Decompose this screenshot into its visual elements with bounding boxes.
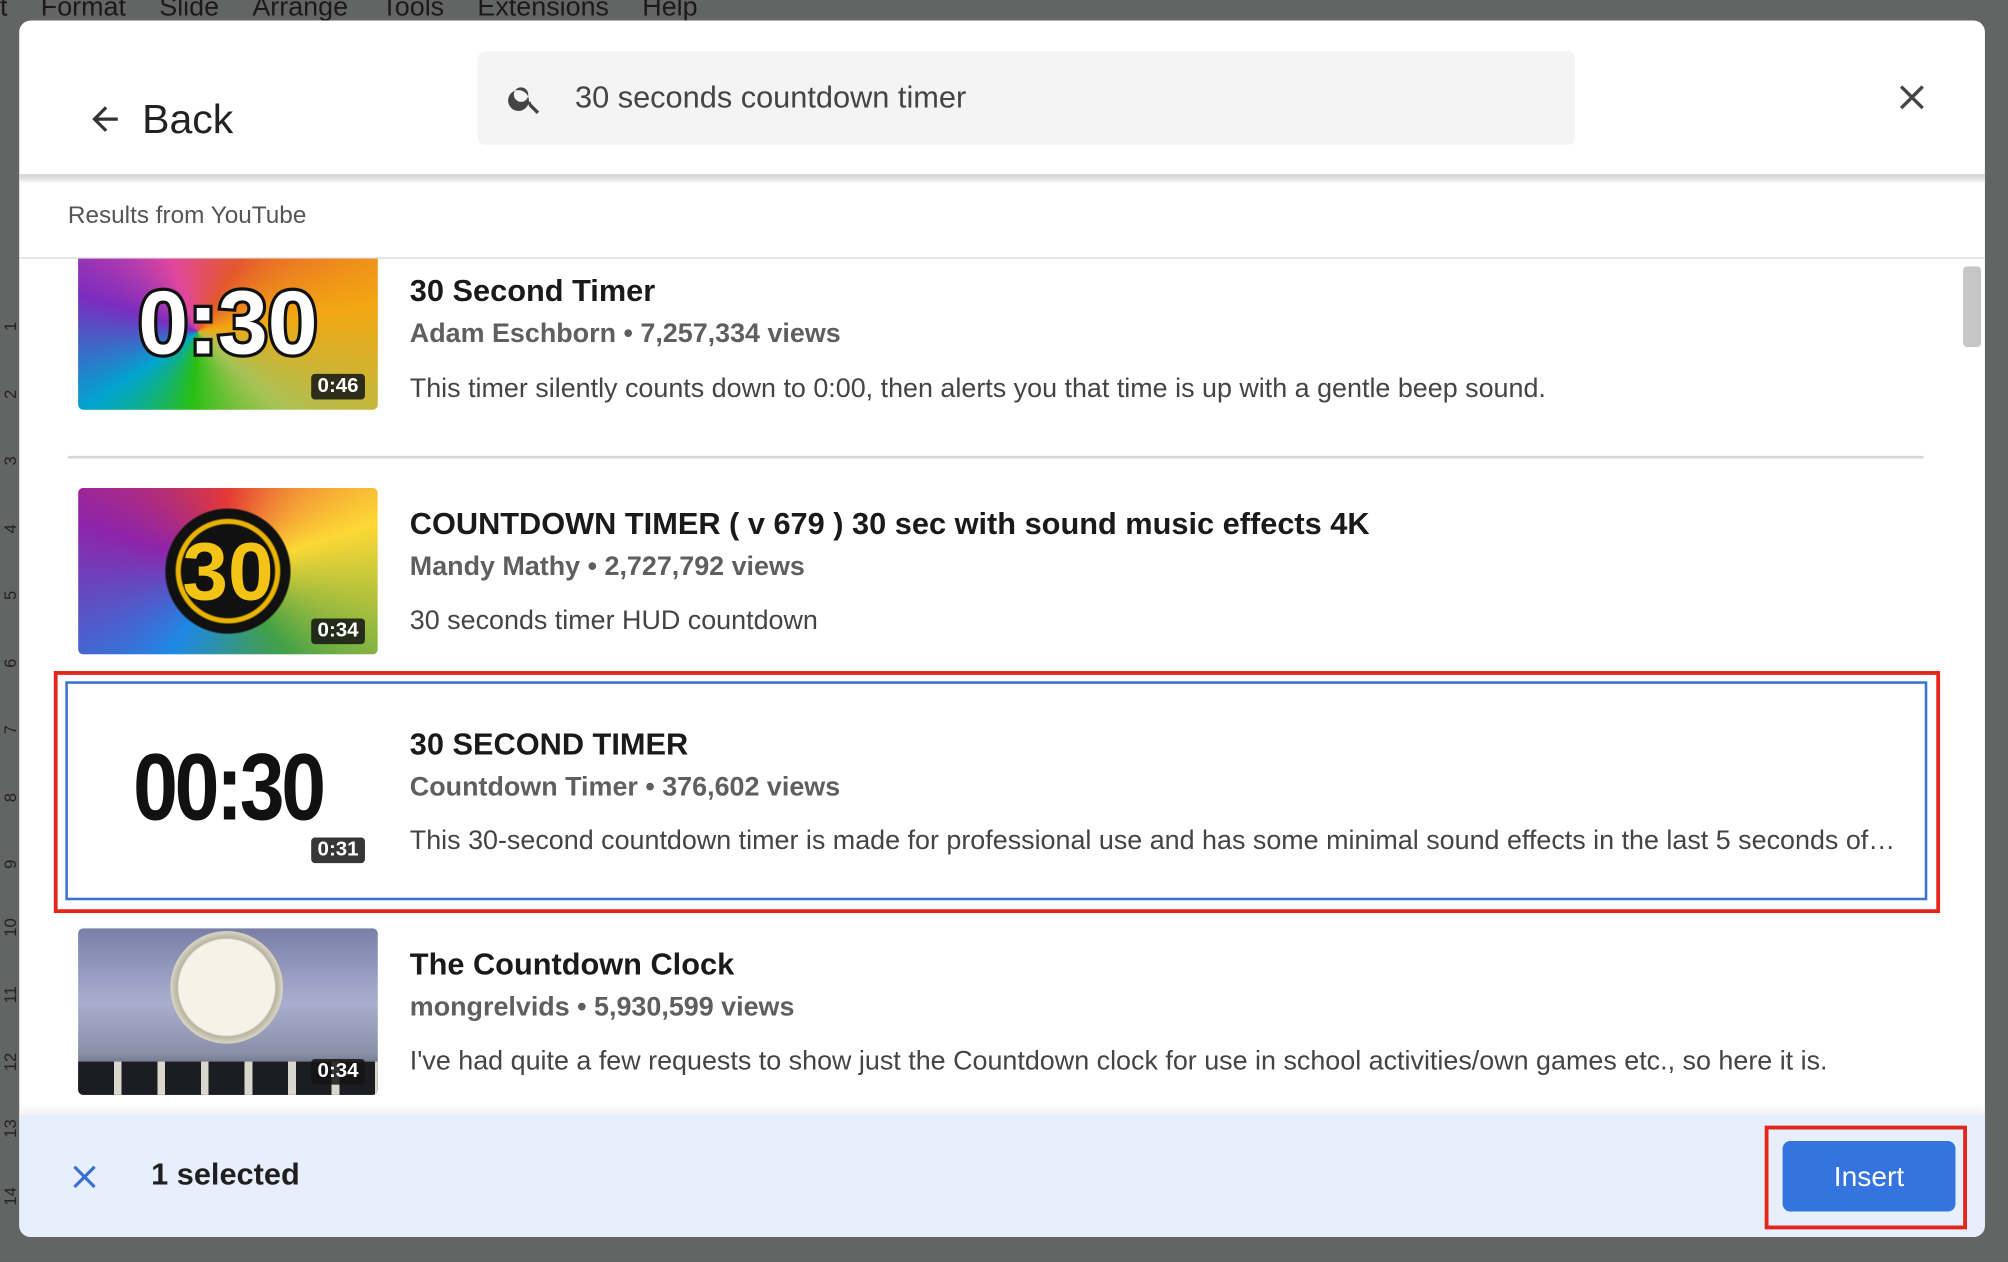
menu-slide[interactable]: Slide <box>159 0 219 22</box>
result-item[interactable]: 0:30 0:46 30 Second Timer Adam Eschborn … <box>68 258 1924 425</box>
ruler-number: 11 <box>0 986 20 1004</box>
result-channel: Countdown Timer • 376,602 views <box>409 772 841 802</box>
selection-footer: 1 selected Insert <box>19 1114 1985 1238</box>
menu-item: t <box>0 0 8 22</box>
ruler-number: 7 <box>0 725 20 735</box>
result-channel: Mandy Mathy • 2,727,792 views <box>409 551 805 582</box>
result-channel: Adam Eschborn • 7,257,334 views <box>409 318 841 349</box>
result-title: 30 Second Timer <box>409 274 656 309</box>
ruler-number: 13 <box>0 1119 20 1138</box>
search-icon <box>508 86 540 114</box>
menu-format[interactable]: Format <box>41 0 126 22</box>
result-channel: mongrelvids • 5,930,599 views <box>409 992 795 1022</box>
thumbnail-text: 00:30 <box>133 733 326 841</box>
search-query: 30 seconds countdown timer <box>574 80 967 115</box>
menu-extensions[interactable]: Extensions <box>477 0 609 22</box>
results-source-label: Results from YouTube <box>67 202 307 230</box>
ruler-number: 6 <box>0 657 20 668</box>
duration-badge: 0:34 <box>311 618 365 645</box>
close-icon[interactable] <box>1891 77 1932 118</box>
separator <box>67 455 1924 459</box>
ruler-number: 9 <box>0 859 20 869</box>
result-title: COUNTDOWN TIMER ( v 679 ) 30 sec with so… <box>409 507 1370 542</box>
result-description: This 30-second countdown timer is made f… <box>409 825 1902 856</box>
menu-help[interactable]: Help <box>642 0 697 22</box>
ruler-number: 5 <box>0 590 20 600</box>
scrollbar-thumb[interactable] <box>1963 266 1982 348</box>
selected-count: 1 selected <box>151 1157 300 1193</box>
ruler-number: 2 <box>0 389 20 399</box>
video-thumbnail: 30 0:34 <box>78 487 378 655</box>
video-thumbnail: 0:30 0:46 <box>78 258 378 410</box>
result-description: I've had quite a few requests to show ju… <box>409 1046 1828 1076</box>
result-description: This timer silently counts down to 0:00,… <box>409 373 1546 404</box>
result-item-selected[interactable]: 00:30 0:31 30 SECOND TIMER Countdown Tim… <box>65 681 1928 901</box>
clear-selection-icon[interactable] <box>65 1158 103 1196</box>
clock-image <box>170 930 284 1044</box>
duration-badge: 0:46 <box>311 373 365 400</box>
back-label: Back <box>142 95 234 142</box>
thumbnail-text: 30 <box>182 525 274 618</box>
result-title: 30 SECOND TIMER <box>409 727 689 762</box>
ruler-number: 14 <box>0 1186 20 1206</box>
video-thumbnail: 00:30 0:31 <box>78 706 378 874</box>
insert-button[interactable]: Insert <box>1782 1141 1956 1212</box>
duration-badge: 0:34 <box>311 1059 365 1085</box>
duration-badge: 0:31 <box>311 837 365 864</box>
results-list: 0:30 0:46 30 Second Timer Adam Eschborn … <box>19 258 1985 1114</box>
ruler-number: 3 <box>0 456 20 466</box>
video-thumbnail: 0:34 <box>78 928 378 1095</box>
arrow-left-icon <box>92 106 118 132</box>
menu-arrange[interactable]: Arrange <box>252 0 348 22</box>
result-title: The Countdown Clock <box>409 947 735 983</box>
ruler-number: 1 <box>0 321 20 332</box>
result-description: 30 seconds timer HUD countdown <box>409 605 818 636</box>
ruler-number: 10 <box>0 917 20 937</box>
back-button[interactable]: Back <box>86 72 233 167</box>
result-item[interactable]: 0:34 The Countdown Clock mongrelvids • 5… <box>68 909 1924 1101</box>
thumbnail-text: 0:30 <box>135 270 321 376</box>
video-search-dialog: Back 30 seconds countdown timer Results … <box>19 20 1985 1238</box>
menu-tools[interactable]: Tools <box>381 0 444 22</box>
header-divider <box>19 174 1985 184</box>
ruler-number: 8 <box>0 792 20 802</box>
result-item[interactable]: 30 0:34 COUNTDOWN TIMER ( v 679 ) 30 sec… <box>68 469 1924 661</box>
ruler-number: 4 <box>0 523 20 533</box>
ruler-number: 12 <box>0 1052 20 1071</box>
search-input[interactable]: 30 seconds countdown timer <box>477 51 1576 145</box>
